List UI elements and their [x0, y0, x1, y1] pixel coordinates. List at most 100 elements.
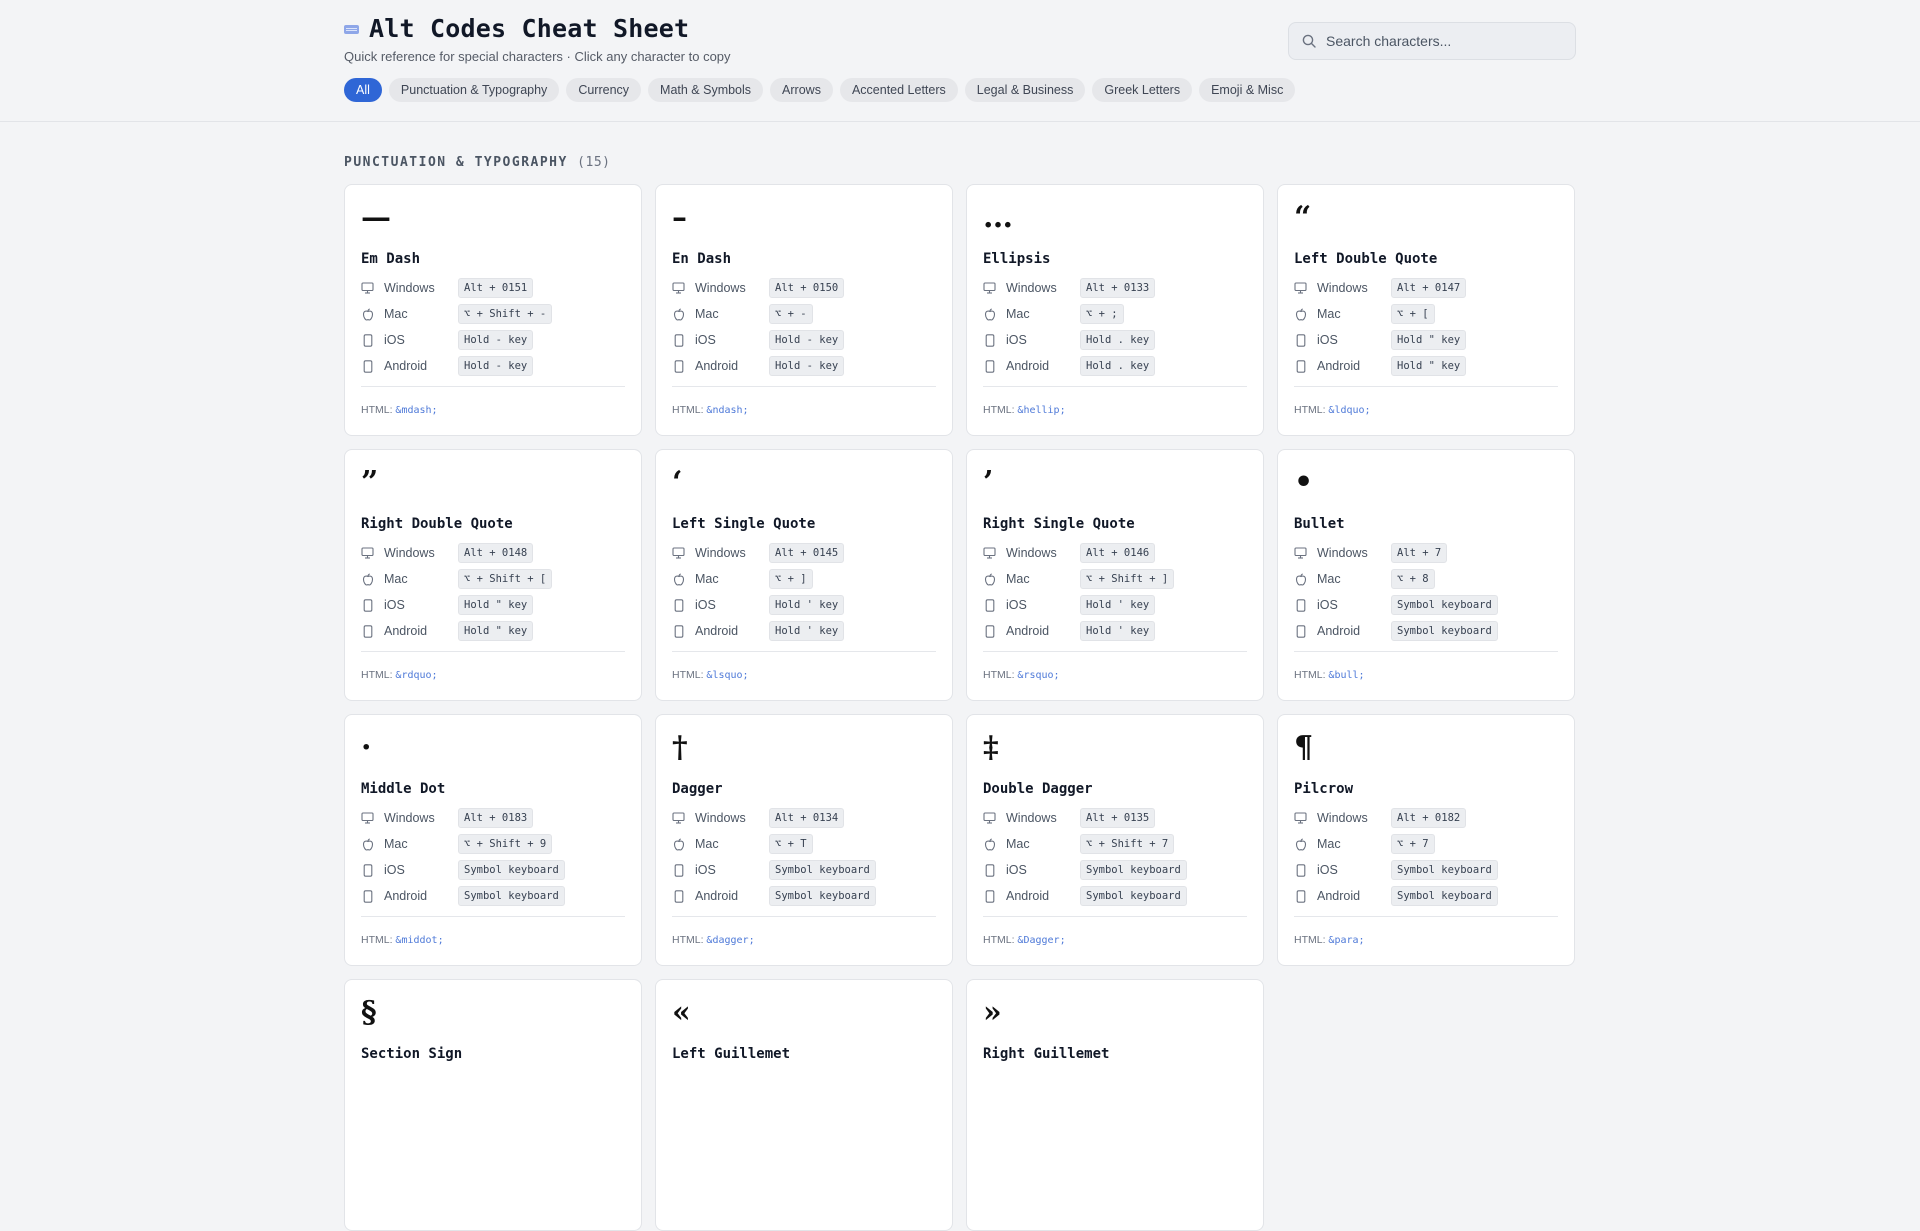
apple-icon	[672, 837, 685, 851]
character-card[interactable]: ¶ Pilcrow Windows Alt + 0182 Mac ⌥ + 7 iOS Symb…	[1277, 714, 1575, 966]
platform-label: Android	[695, 889, 739, 903]
phone-icon	[361, 889, 374, 903]
character-glyph[interactable]: “	[1294, 199, 1558, 237]
phone-icon	[361, 333, 374, 347]
shortcut-row: Windows Alt + 0146	[983, 540, 1247, 566]
phone-icon	[672, 889, 685, 903]
platform-label: Mac	[695, 307, 719, 321]
shortcut-code: Hold " key	[1391, 330, 1467, 350]
platform-label: Android	[384, 359, 428, 373]
monitor-icon	[672, 812, 685, 825]
filter-chip[interactable]: Emoji & Misc	[1199, 78, 1296, 102]
card-divider	[361, 386, 625, 387]
character-glyph[interactable]: »	[983, 994, 1247, 1032]
platform-label: iOS	[1317, 863, 1338, 877]
platform-label: iOS	[695, 333, 716, 347]
character-glyph[interactable]: ”	[361, 464, 625, 502]
filter-chip[interactable]: Punctuation & Typography	[388, 78, 560, 102]
filter-chip[interactable]: Legal & Business	[964, 78, 1086, 102]
shortcut-row: Mac ⌥ + Shift + 9	[361, 831, 625, 857]
character-card[interactable]: ‡ Double Dagger Windows Alt + 0135 Mac ⌥ + Sh…	[966, 714, 1264, 966]
phone-icon	[983, 889, 996, 903]
html-entity-ref: HTML: &lsquo;	[672, 669, 936, 681]
platform-label: Mac	[384, 572, 408, 586]
monitor-icon	[983, 282, 996, 295]
character-glyph[interactable]: –	[672, 199, 936, 237]
character-glyph[interactable]: ·	[361, 729, 625, 767]
phone-icon	[361, 359, 374, 373]
shortcut-row: Mac ⌥ + ]	[672, 566, 936, 592]
html-entity[interactable]: &ndash;	[706, 405, 748, 416]
character-glyph[interactable]: ‘	[672, 464, 936, 502]
character-grid: — Em Dash Windows Alt + 0151 Mac ⌥ + Shift + …	[344, 184, 1576, 1231]
character-card[interactable]: — Em Dash Windows Alt + 0151 Mac ⌥ + Shift + …	[344, 184, 642, 436]
filter-chip[interactable]: Arrows	[770, 78, 833, 102]
phone-icon	[1294, 598, 1307, 612]
shortcut-code: ⌥ + Shift + ]	[1080, 569, 1175, 589]
filter-chip[interactable]: All	[344, 78, 382, 102]
character-card[interactable]: ” Right Double Quote Windows Alt + 0148 Mac ⌥…	[344, 449, 642, 701]
character-glyph[interactable]: ’	[983, 464, 1247, 502]
filter-chip[interactable]: Currency	[566, 78, 642, 102]
filter-chip[interactable]: Greek Letters	[1092, 78, 1193, 102]
shortcut-row: Windows Alt + 0145	[672, 540, 936, 566]
apple-icon	[1294, 307, 1307, 321]
html-label: HTML:	[1294, 404, 1326, 416]
filter-chip[interactable]: Math & Symbols	[648, 78, 764, 102]
platform-label: Android	[384, 889, 428, 903]
platform-label: Windows	[695, 546, 746, 560]
character-card[interactable]: · Middle Dot Windows Alt + 0183 Mac ⌥ + Shift…	[344, 714, 642, 966]
html-entity[interactable]: &dagger;	[706, 935, 754, 946]
html-entity-ref: HTML: &hellip;	[983, 404, 1247, 416]
character-glyph[interactable]: †	[672, 729, 936, 767]
character-card[interactable]: • Bullet Windows Alt + 7 Mac ⌥ + 8 iOS Symbol k…	[1277, 449, 1575, 701]
character-name: Right Single Quote	[983, 516, 1135, 532]
phone-icon	[1294, 333, 1307, 347]
search-box[interactable]	[1288, 22, 1576, 60]
html-entity[interactable]: &hellip;	[1017, 405, 1065, 416]
html-entity[interactable]: &para;	[1328, 935, 1364, 946]
character-card[interactable]: ’ Right Single Quote Windows Alt + 0146 Mac ⌥…	[966, 449, 1264, 701]
character-card[interactable]: † Dagger Windows Alt + 0134 Mac ⌥ + T iOS Symbo…	[655, 714, 953, 966]
filter-chip[interactable]: Accented Letters	[839, 78, 958, 102]
html-entity-ref: HTML: &Dagger;	[983, 934, 1247, 946]
monitor-icon	[1294, 812, 1307, 825]
html-entity[interactable]: &rsquo;	[1017, 670, 1059, 681]
html-entity[interactable]: &ldquo;	[1328, 405, 1370, 416]
platform-label: Mac	[1006, 572, 1030, 586]
shortcut-code: Hold - key	[458, 330, 534, 350]
character-card[interactable]: “ Left Double Quote Windows Alt + 0147 Mac ⌥ …	[1277, 184, 1575, 436]
character-name: Middle Dot	[361, 781, 446, 797]
character-card[interactable]: § Section Sign	[344, 979, 642, 1231]
html-entity[interactable]: &middot;	[395, 935, 443, 946]
html-entity[interactable]: &Dagger;	[1017, 935, 1065, 946]
html-label: HTML:	[361, 669, 393, 681]
character-card[interactable]: » Right Guillemet	[966, 979, 1264, 1231]
character-card[interactable]: ‘ Left Single Quote Windows Alt + 0145 Mac ⌥ …	[655, 449, 953, 701]
character-card[interactable]: … Ellipsis Windows Alt + 0133 Mac ⌥ + ; iOS Hol…	[966, 184, 1264, 436]
character-card[interactable]: – En Dash Windows Alt + 0150 Mac ⌥ + - iOS Hold…	[655, 184, 953, 436]
character-glyph[interactable]: ¶	[1294, 729, 1558, 767]
apple-icon	[983, 307, 996, 321]
html-entity[interactable]: &rdquo;	[395, 670, 437, 681]
html-entity[interactable]: &bull;	[1328, 670, 1364, 681]
html-entity[interactable]: &lsquo;	[706, 670, 748, 681]
platform-label: Mac	[1317, 307, 1341, 321]
search-input[interactable]	[1326, 33, 1556, 49]
character-glyph[interactable]: —	[361, 199, 625, 237]
shortcut-code: ⌥ + 8	[1391, 569, 1435, 589]
phone-icon	[361, 598, 374, 612]
character-glyph[interactable]: §	[361, 994, 625, 1032]
character-card[interactable]: « Left Guillemet	[655, 979, 953, 1231]
html-entity[interactable]: &mdash;	[395, 405, 437, 416]
shortcut-row: Mac ⌥ + 7	[1294, 831, 1558, 857]
apple-icon	[1294, 572, 1307, 586]
character-glyph[interactable]: …	[983, 199, 1247, 237]
character-glyph[interactable]: «	[672, 994, 936, 1032]
character-glyph[interactable]: ‡	[983, 729, 1247, 767]
shortcut-code: Hold ' key	[769, 595, 845, 615]
character-name: Left Double Quote	[1294, 251, 1438, 267]
shortcut-row: iOS Symbol keyboard	[1294, 857, 1558, 883]
character-glyph[interactable]: •	[1294, 464, 1558, 502]
shortcut-row: Windows Alt + 0147	[1294, 275, 1558, 301]
